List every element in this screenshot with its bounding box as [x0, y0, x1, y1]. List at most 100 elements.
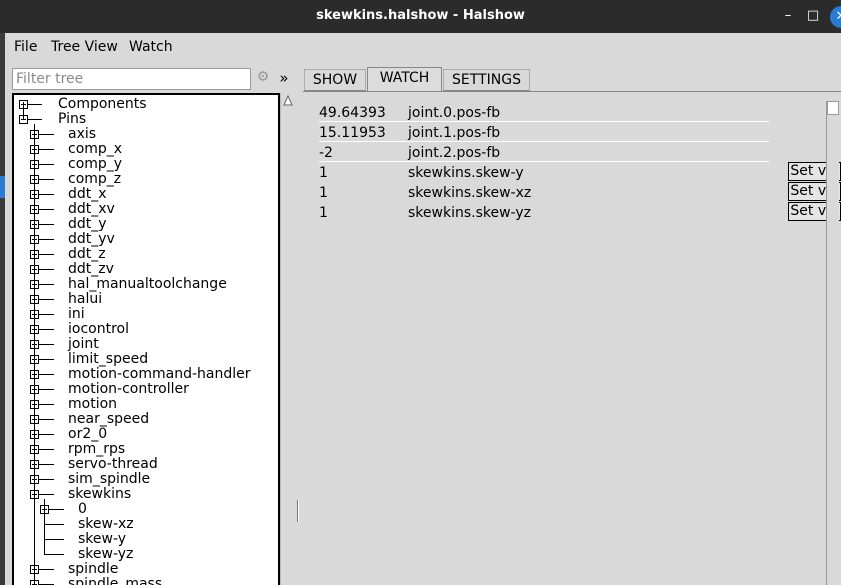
tree-scrollbar[interactable] — [280, 93, 294, 585]
tree-item-label: ddt_yv — [68, 231, 115, 247]
watch-row: 1 skewkins.skew-xz Set val — [319, 182, 841, 202]
scroll-up-icon[interactable] — [283, 95, 293, 107]
tab-settings[interactable]: SETTINGS — [443, 69, 530, 91]
tree-item-comp_y[interactable]: comp_y — [14, 157, 278, 172]
watch-row: 1 skewkins.skew-y Set val — [319, 162, 841, 182]
watch-value: 1 — [319, 165, 328, 181]
gear-icon[interactable]: ⚙ — [255, 69, 271, 87]
tree-item-motion[interactable]: motion — [14, 397, 278, 412]
tree-item-comp_x[interactable]: comp_x — [14, 142, 278, 157]
tree-connector — [39, 329, 54, 330]
watch-scrollbar[interactable] — [826, 101, 839, 585]
tree-connector — [44, 554, 64, 555]
tree-item-spindle[interactable]: spindle — [14, 562, 278, 577]
tree-item-comp_z[interactable]: comp_z — [14, 172, 278, 187]
desktop-edge — [0, 33, 5, 585]
tree-connector — [39, 419, 54, 420]
tree-item-or2_0[interactable]: or2_0 — [14, 427, 278, 442]
more-button[interactable]: » — [277, 69, 291, 87]
tree-item-label: ddt_y — [68, 216, 107, 232]
watch-pin-name: joint.1.pos-fb — [408, 125, 501, 141]
tree-item-ddt_zv[interactable]: ddt_zv — [14, 262, 278, 277]
tree-view[interactable]: Components Pins axis comp_x comp_y comp_z ddt_… — [12, 93, 280, 585]
watch-pin-name: skewkins.skew-yz — [408, 205, 531, 221]
tree-item-label: comp_x — [68, 141, 123, 157]
tree-item-skewkins-skew-y[interactable]: skew-y — [14, 532, 278, 547]
menu-watch[interactable]: Watch — [129, 39, 173, 55]
tree-item-spindle_mass[interactable]: spindle_mass — [14, 577, 278, 585]
tree-item-servo-thread[interactable]: servo-thread — [14, 457, 278, 472]
tree-item-ddt_y[interactable]: ddt_y — [14, 217, 278, 232]
tree-connector — [39, 314, 54, 315]
tree-connector — [23, 104, 24, 119]
tree-item-label: ddt_z — [68, 246, 106, 262]
watch-value: 15.11953 — [319, 125, 386, 141]
tree-item-ini[interactable]: ini — [14, 307, 278, 322]
tree-connector — [39, 494, 54, 495]
watch-value: 49.64393 — [319, 105, 386, 121]
pane-splitter[interactable] — [297, 500, 299, 522]
tree-item-label: comp_y — [68, 156, 123, 172]
tree-connector — [39, 254, 54, 255]
tree-item-label: hal_manualtoolchange — [68, 276, 227, 292]
tree-item-skewkins[interactable]: skewkins — [14, 487, 278, 502]
scroll-up-button[interactable] — [827, 101, 839, 115]
tree-item-ddt_yv[interactable]: ddt_yv — [14, 232, 278, 247]
tree-connector — [28, 104, 42, 105]
tree-item-ddt_x[interactable]: ddt_x — [14, 187, 278, 202]
tree-item-iocontrol[interactable]: iocontrol — [14, 322, 278, 337]
tree-item-motion-command-handler[interactable]: motion-command-handler — [14, 367, 278, 382]
tree-connector — [44, 539, 64, 540]
tab-show[interactable]: SHOW — [304, 69, 366, 91]
tree-item-skewkins-skew-xz[interactable]: skew-xz — [14, 517, 278, 532]
tree-item-label: near_speed — [68, 411, 150, 427]
tree-item-motion-controller[interactable]: motion-controller — [14, 382, 278, 397]
minimize-icon[interactable]: – — [779, 7, 797, 25]
tree-item-components[interactable]: Components — [14, 97, 278, 112]
watch-pin-name: joint.0.pos-fb — [408, 105, 501, 121]
menu-tree-view[interactable]: Tree View — [51, 39, 118, 55]
tree-connector — [39, 374, 54, 375]
close-icon[interactable]: ✕ — [830, 6, 841, 28]
watch-value: 1 — [319, 185, 328, 201]
tree-connector — [39, 404, 54, 405]
tree-item-pins[interactable]: Pins — [14, 112, 278, 127]
filter-tree-input[interactable] — [12, 68, 251, 90]
tree-item-label: Pins — [58, 111, 87, 127]
watch-row: 15.11953 joint.1.pos-fb — [319, 122, 769, 142]
watch-value: -2 — [319, 145, 333, 161]
watch-row: 49.64393 joint.0.pos-fb — [319, 102, 769, 122]
maximize-icon[interactable]: □ — [804, 7, 822, 25]
tree-item-label: limit_speed — [68, 351, 149, 367]
tab-watch[interactable]: WATCH — [367, 67, 442, 91]
tree-item-near_speed[interactable]: near_speed — [14, 412, 278, 427]
tree-item-skewkins-skew-yz[interactable]: skew-yz — [14, 547, 278, 562]
tree-item-hal_manualtoolchange[interactable]: hal_manualtoolchange — [14, 277, 278, 292]
tree-item-label: halui — [68, 291, 103, 307]
tree-item-limit_speed[interactable]: limit_speed — [14, 352, 278, 367]
tree-item-label: motion-controller — [68, 381, 189, 397]
watch-row: 1 skewkins.skew-yz Set val — [319, 202, 841, 222]
tree-item-ddt_xv[interactable]: ddt_xv — [14, 202, 278, 217]
tree-item-label: motion — [68, 396, 118, 412]
tree-item-halui[interactable]: halui — [14, 292, 278, 307]
tree-item-label: skewkins — [68, 486, 132, 502]
tree-item-ddt_z[interactable]: ddt_z — [14, 247, 278, 262]
tree-item-rpm_rps[interactable]: rpm_rps — [14, 442, 278, 457]
tree-item-label: spindle_mass — [68, 576, 163, 585]
tree-item-label: skew-xz — [78, 516, 134, 532]
tree-item-axis[interactable]: axis — [14, 127, 278, 142]
tree-item-label: 0 — [78, 501, 87, 517]
tree-item-label: skew-y — [78, 531, 127, 547]
menu-file[interactable]: File — [14, 39, 37, 55]
tree-item-skewkins-0[interactable]: 0 — [14, 502, 278, 517]
watch-pin-name: joint.2.pos-fb — [408, 145, 501, 161]
tree-item-label: rpm_rps — [68, 441, 126, 457]
tree-item-joint[interactable]: joint — [14, 337, 278, 352]
watch-pin-name: skewkins.skew-xz — [408, 185, 532, 201]
tree-connector — [39, 164, 54, 165]
tree-connector — [39, 569, 54, 570]
tree-item-sim_spindle[interactable]: sim_spindle — [14, 472, 278, 487]
tree-item-label: comp_z — [68, 171, 122, 187]
tree-connector — [39, 269, 54, 270]
